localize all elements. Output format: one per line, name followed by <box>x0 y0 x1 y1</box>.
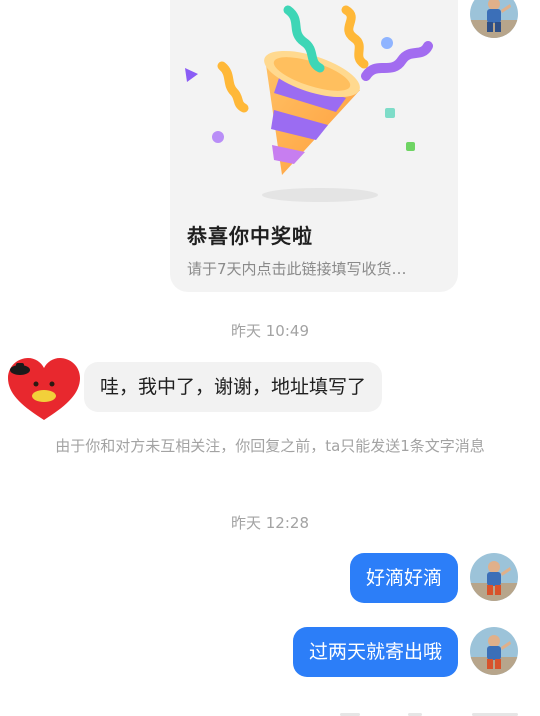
self-avatar-image <box>470 627 518 675</box>
prize-card-description: 请于7天内点击此链接填写收货… <box>187 260 407 278</box>
self-avatar-image <box>470 0 518 38</box>
messaging-limit-notice: 由于你和对方未互相关注，你回复之前，ta只能发送1条文字消息 <box>55 437 485 455</box>
outgoing-message-bubble[interactable]: 过两天就寄出哦 <box>292 627 458 677</box>
timestamp: 昨天 12:28 <box>231 514 309 532</box>
timestamp: 昨天 10:49 <box>231 322 309 340</box>
self-avatar-image <box>470 553 518 601</box>
outgoing-message-bubble[interactable]: 好滴好滴 <box>349 553 458 603</box>
self-avatar[interactable] <box>470 553 518 601</box>
incoming-message-bubble[interactable]: 哇，我中了，谢谢，地址填写了 <box>84 362 383 412</box>
party-popper-icon <box>185 5 433 202</box>
heart-character-avatar[interactable] <box>8 358 80 422</box>
heart-character-icon <box>8 358 80 420</box>
self-avatar[interactable] <box>470 0 518 38</box>
prize-link-card[interactable]: 恭喜你中奖啦 请于7天内点击此链接填写收货… <box>170 0 458 292</box>
prize-card-title: 恭喜你中奖啦 <box>187 224 313 248</box>
self-avatar[interactable] <box>470 627 518 675</box>
chat-thread[interactable]: 恭喜你中奖啦 请于7天内点击此链接填写收货… 昨天 10:49 哇，我中了，谢谢… <box>0 0 540 716</box>
